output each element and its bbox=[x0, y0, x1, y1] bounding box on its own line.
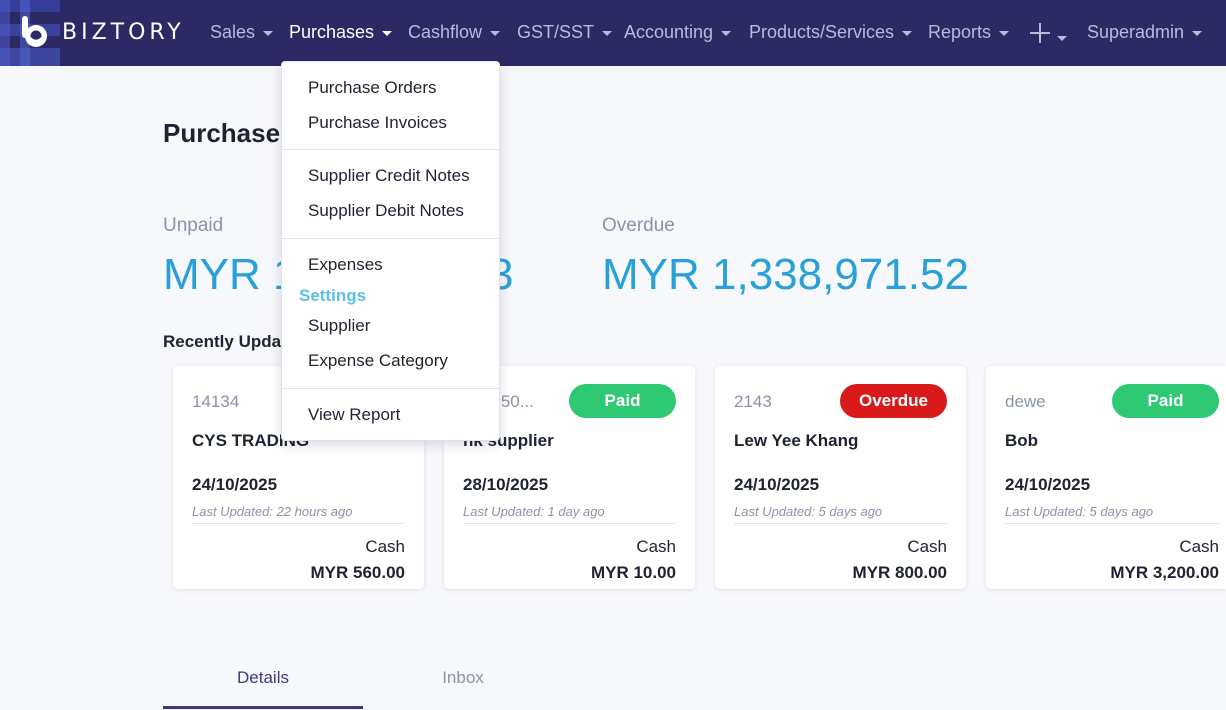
recently-updated-heading: Recently Updat bbox=[163, 332, 287, 351]
caret-down-icon bbox=[490, 30, 501, 36]
card-last-updated: Last Updated: 5 days ago bbox=[1005, 504, 1154, 519]
card-number: dewe bbox=[1005, 392, 1046, 411]
overdue-value: MYR 1,338,971.52 bbox=[602, 250, 969, 299]
menu-item-supplier-debit-notes[interactable]: Supplier Debit Notes bbox=[308, 201, 464, 221]
caret-down-icon bbox=[721, 30, 732, 36]
nav-purchases[interactable]: Purchases bbox=[289, 0, 393, 66]
caret-down-icon bbox=[382, 30, 393, 36]
biztory-logo-icon[interactable] bbox=[19, 14, 55, 50]
card-divider bbox=[734, 523, 947, 524]
card-amount: MYR 800.00 bbox=[852, 563, 948, 582]
card-divider bbox=[1005, 523, 1219, 524]
caret-down-icon bbox=[999, 30, 1010, 36]
card-payment-method: Cash bbox=[907, 537, 947, 556]
card-last-updated: Last Updated: 1 day ago bbox=[463, 504, 605, 519]
tab-inbox[interactable]: Inbox bbox=[363, 668, 563, 688]
card-amount: MYR 3,200.00 bbox=[1110, 563, 1219, 582]
card-date: 28/10/2025 bbox=[463, 475, 549, 494]
caret-down-icon bbox=[602, 30, 613, 36]
nav-reports[interactable]: Reports bbox=[928, 0, 1010, 66]
card-number: 2143 bbox=[734, 392, 772, 411]
card-supplier-name: Bob bbox=[1005, 431, 1039, 450]
menu-item-purchase-orders[interactable]: Purchase Orders bbox=[308, 78, 437, 98]
tab-details[interactable]: Details bbox=[163, 668, 363, 688]
card-payment-method: Cash bbox=[365, 537, 405, 556]
menu-item-supplier-credit-notes[interactable]: Supplier Credit Notes bbox=[308, 166, 470, 186]
recent-card[interactable]: 2143 Overdue Lew Yee Khang 24/10/2025 La… bbox=[715, 366, 966, 589]
recent-card[interactable]: dewe Paid Bob 24/10/2025 Last Updated: 5… bbox=[986, 366, 1226, 589]
page-title: Purchase bbox=[163, 118, 281, 148]
caret-down-icon bbox=[902, 30, 913, 36]
card-payment-method: Cash bbox=[636, 537, 676, 556]
menu-header-settings: Settings bbox=[299, 286, 367, 305]
status-badge: Paid bbox=[569, 384, 676, 418]
nav-superadmin[interactable]: Superadmin bbox=[1087, 0, 1203, 66]
card-date: 24/10/2025 bbox=[1005, 475, 1091, 494]
card-last-updated: Last Updated: 22 hours ago bbox=[192, 504, 353, 519]
menu-item-expenses[interactable]: Expenses bbox=[308, 255, 383, 275]
card-divider bbox=[463, 523, 676, 524]
menu-item-purchase-invoices[interactable]: Purchase Invoices bbox=[308, 113, 447, 133]
menu-divider bbox=[282, 388, 499, 389]
plus-icon[interactable] bbox=[1028, 21, 1052, 45]
active-tab-indicator bbox=[163, 706, 363, 709]
menu-item-supplier[interactable]: Supplier bbox=[308, 316, 370, 336]
overdue-label: Overdue bbox=[602, 215, 675, 236]
caret-down-icon bbox=[263, 30, 274, 36]
unpaid-value-left: MYR 1 bbox=[163, 250, 298, 299]
card-number: 14134 bbox=[192, 392, 240, 411]
card-date: 24/10/2025 bbox=[192, 475, 278, 494]
unpaid-label: Unpaid bbox=[163, 215, 224, 236]
caret-down-icon[interactable] bbox=[1057, 30, 1067, 48]
purchases-dropdown-menu: Purchase Orders Purchase Invoices Suppli… bbox=[281, 61, 500, 441]
menu-divider bbox=[282, 238, 499, 239]
brand-name[interactable]: BIZTORY bbox=[62, 20, 185, 45]
card-last-updated: Last Updated: 5 days ago bbox=[734, 504, 883, 519]
card-supplier-name: Lew Yee Khang bbox=[734, 431, 859, 450]
card-payment-method: Cash bbox=[1179, 537, 1219, 556]
menu-item-expense-category[interactable]: Expense Category bbox=[308, 351, 448, 371]
nav-sales[interactable]: Sales bbox=[210, 0, 274, 66]
caret-down-icon bbox=[1192, 30, 1203, 36]
nav-gst-sst[interactable]: GST/SST bbox=[517, 0, 613, 66]
card-divider bbox=[192, 523, 405, 524]
nav-products-services[interactable]: Products/Services bbox=[749, 0, 913, 66]
top-navbar: BIZTORY Sales Purchases Cashflow GST/SST… bbox=[0, 0, 1226, 66]
menu-divider bbox=[282, 149, 499, 150]
card-date: 24/10/2025 bbox=[734, 475, 820, 494]
status-badge: Overdue bbox=[840, 384, 947, 418]
nav-cashflow[interactable]: Cashflow bbox=[408, 0, 501, 66]
menu-item-view-report[interactable]: View Report bbox=[308, 405, 400, 425]
nav-accounting[interactable]: Accounting bbox=[624, 0, 732, 66]
card-amount: MYR 10.00 bbox=[590, 563, 676, 582]
status-badge: Paid bbox=[1112, 384, 1219, 418]
card-amount: MYR 560.00 bbox=[310, 563, 406, 582]
